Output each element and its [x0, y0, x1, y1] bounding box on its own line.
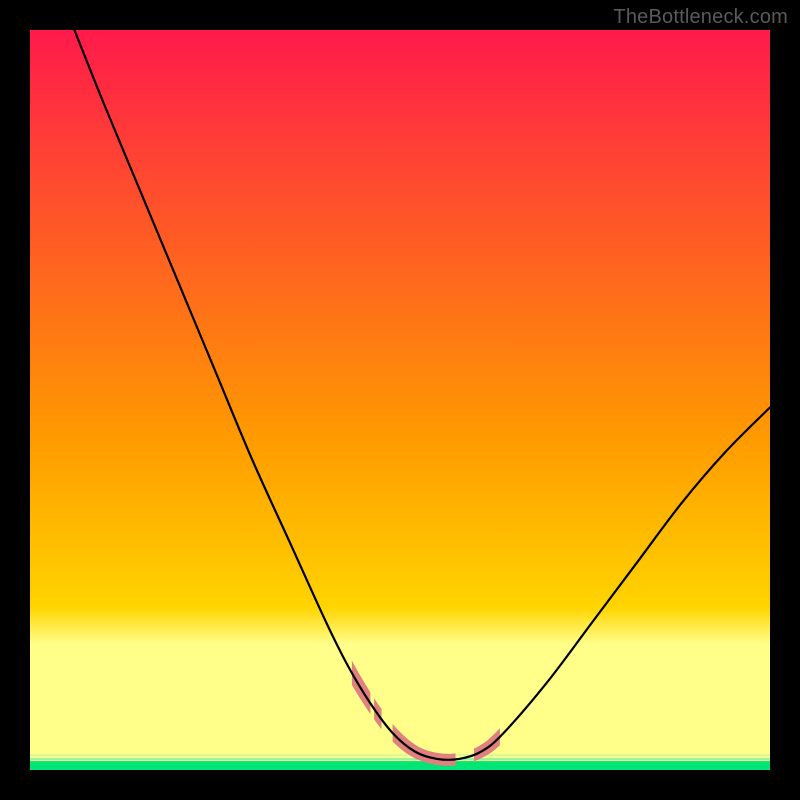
bottleneck-chart [0, 0, 800, 800]
plot-band-line [30, 758, 770, 760]
plot-background [30, 30, 770, 770]
chart-frame: TheBottleneck.com [0, 0, 800, 800]
plot-baseline-band [30, 761, 770, 770]
plot-band-line [30, 754, 770, 756]
watermark-text: TheBottleneck.com [613, 6, 788, 29]
